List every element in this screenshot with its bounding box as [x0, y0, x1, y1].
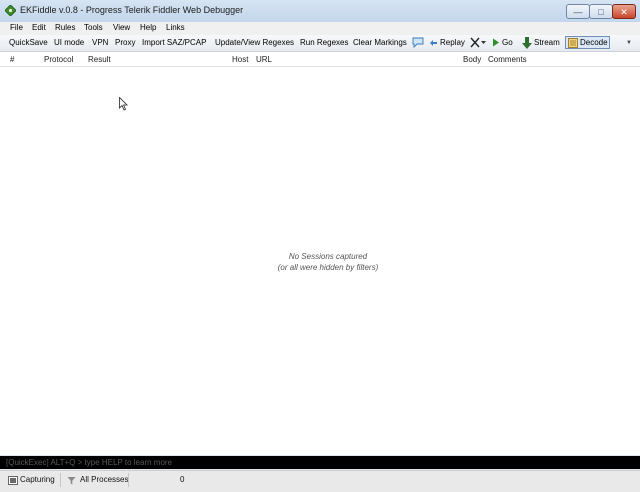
maximize-button[interactable]: □	[589, 4, 613, 19]
menu-rules[interactable]: Rules	[55, 23, 75, 32]
empty-sessions-hint: (or all were hidden by filters)	[277, 263, 379, 272]
title-bar: EKFiddle v.0.8 - Progress Telerik Fiddle…	[0, 0, 640, 23]
mouse-cursor-icon	[119, 97, 128, 111]
column-result[interactable]: Result	[88, 55, 111, 64]
minimize-button[interactable]: —	[566, 4, 590, 19]
decode-button[interactable]: Decode	[565, 36, 610, 49]
window-title: EKFiddle v.0.8 - Progress Telerik Fiddle…	[20, 5, 244, 15]
status-separator	[60, 473, 61, 487]
maximize-icon: □	[598, 7, 604, 17]
remove-icon[interactable]	[470, 37, 480, 48]
column-comments[interactable]: Comments	[488, 55, 527, 64]
capturing-icon	[8, 476, 18, 485]
fiddler-window: EKFiddle v.0.8 - Progress Telerik Fiddle…	[0, 0, 640, 492]
column-number[interactable]: #	[10, 55, 14, 64]
decode-icon	[568, 38, 578, 48]
decode-label: Decode	[580, 38, 608, 47]
empty-sessions-message: No Sessions captured	[288, 252, 368, 261]
vpn-button[interactable]: VPN	[92, 38, 108, 47]
menu-view[interactable]: View	[113, 23, 130, 32]
column-protocol[interactable]: Protocol	[44, 55, 73, 64]
menu-help[interactable]: Help	[140, 23, 156, 32]
menu-bar: File Edit Rules Tools View Help Links	[0, 22, 640, 35]
column-url[interactable]: URL	[256, 55, 272, 64]
replay-icon	[430, 40, 437, 46]
run-regexes-button[interactable]: Run Regexes	[300, 38, 348, 47]
import-button[interactable]: Import SAZ/PCAP	[142, 38, 206, 47]
quickexec-bar[interactable]: [QuickExec] ALT+Q > type HELP to learn m…	[0, 456, 640, 469]
minimize-icon: —	[573, 7, 583, 17]
update-regexes-button[interactable]: Update/View Regexes	[215, 38, 294, 47]
session-list-header: # Protocol Result Host URL Body Comments	[0, 52, 640, 67]
toolbar-overflow-icon[interactable]: ▼	[626, 40, 632, 46]
app-logo-icon	[5, 5, 16, 16]
go-button[interactable]: Go	[502, 38, 513, 47]
stream-button[interactable]: Stream	[534, 38, 560, 47]
comment-icon[interactable]	[412, 37, 424, 48]
process-filter[interactable]: All Processes	[80, 475, 128, 484]
quickexec-input[interactable]: [QuickExec] ALT+Q > type HELP to learn m…	[6, 458, 172, 467]
go-icon	[493, 38, 499, 47]
close-button[interactable]: ✕	[612, 4, 636, 19]
column-body[interactable]: Body	[463, 55, 481, 64]
ui-mode-button[interactable]: UI mode	[54, 38, 84, 47]
menu-links[interactable]: Links	[166, 23, 185, 32]
clear-markings-button[interactable]: Clear Markings	[353, 38, 407, 47]
menu-file[interactable]: File	[10, 23, 23, 32]
column-host[interactable]: Host	[232, 55, 248, 64]
status-bar: Capturing All Processes 0	[0, 470, 640, 492]
toolbar: QuickSave UI mode VPN Proxy Import SAZ/P…	[0, 35, 640, 52]
session-count: 0	[180, 475, 185, 484]
chevron-down-icon[interactable]	[481, 41, 486, 45]
session-list[interactable]: No Sessions captured (or all were hidden…	[0, 67, 640, 455]
stream-icon	[522, 37, 532, 49]
capturing-status[interactable]: Capturing	[20, 475, 55, 484]
menu-edit[interactable]: Edit	[32, 23, 46, 32]
filter-icon	[67, 477, 76, 485]
quicksave-button[interactable]: QuickSave	[9, 38, 48, 47]
replay-button[interactable]: Replay	[440, 38, 465, 47]
menu-tools[interactable]: Tools	[84, 23, 103, 32]
status-separator	[128, 473, 129, 487]
proxy-button[interactable]: Proxy	[115, 38, 135, 47]
close-icon: ✕	[620, 7, 628, 17]
